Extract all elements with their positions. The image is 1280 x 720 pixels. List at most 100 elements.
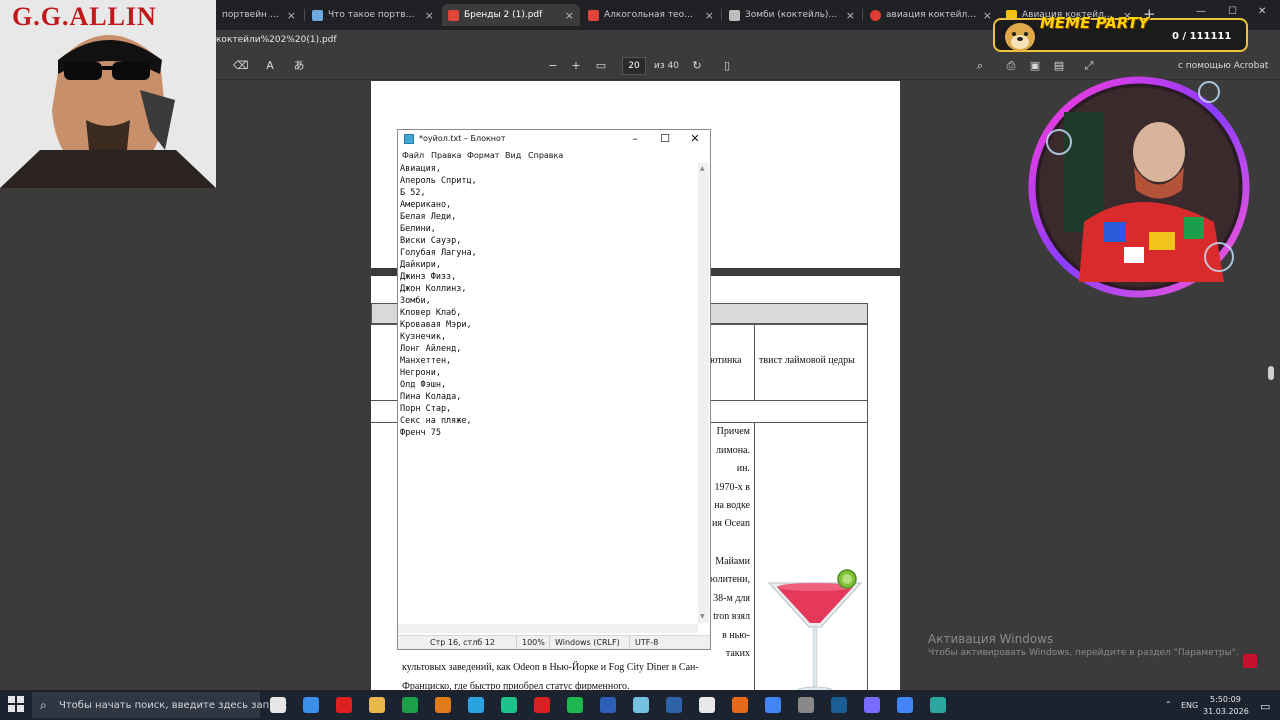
browser-tab[interactable]: Зомби (коктейль) — Викип × xyxy=(723,4,861,26)
text-line[interactable]: Американо, xyxy=(400,199,698,211)
zoom-in-icon[interactable]: + xyxy=(569,59,583,73)
browser-tab[interactable]: Что такое портвейн? Он от × xyxy=(306,4,440,26)
menu-file[interactable]: Файл xyxy=(402,151,424,160)
acrobat-icon[interactable] xyxy=(1243,654,1257,668)
text-line[interactable]: Виски Сауэр, xyxy=(400,235,698,247)
text-line[interactable]: Белини, xyxy=(400,223,698,235)
scroll-down-icon[interactable]: ▼ xyxy=(700,613,705,620)
text-line[interactable]: Белая Леди, xyxy=(400,211,698,223)
table-cell-text: твист лаймовой цедры xyxy=(759,355,855,366)
page-number-input[interactable]: 20 xyxy=(622,57,646,75)
browser-tab-active[interactable]: Бренды 2 (1).pdf × xyxy=(442,4,580,26)
maximize-icon[interactable]: ☐ xyxy=(1228,6,1237,17)
save-as-icon[interactable]: ▤ xyxy=(1052,59,1066,73)
acrobat-label[interactable]: с помощью Acrobat xyxy=(1178,61,1268,71)
page-scrollbar-thumb[interactable] xyxy=(1268,366,1274,380)
taskbar-app-icon[interactable] xyxy=(534,697,550,713)
text-line[interactable]: Джон Коллинз, xyxy=(400,283,698,295)
text-line[interactable]: Кровавая Мэри, xyxy=(400,319,698,331)
text-line[interactable]: Манхеттен, xyxy=(400,355,698,367)
language-indicator[interactable]: ENG xyxy=(1181,701,1198,710)
taskbar-app-icon[interactable] xyxy=(864,697,880,713)
taskbar-app-icon[interactable] xyxy=(402,697,418,713)
text-line[interactable]: Олд Фэшн, xyxy=(400,379,698,391)
text-line[interactable]: Лонг Айленд, xyxy=(400,343,698,355)
text-line[interactable]: Пина Колада, xyxy=(400,391,698,403)
taskbar-app-icon[interactable] xyxy=(831,697,847,713)
taskbar-app-icon[interactable] xyxy=(435,697,451,713)
taskbar-app-icon[interactable] xyxy=(336,697,352,713)
taskbar-app-icon[interactable] xyxy=(732,697,748,713)
page-view-icon[interactable]: ▯ xyxy=(720,59,734,73)
taskbar-app-icon[interactable] xyxy=(468,697,484,713)
text-line[interactable]: Авиация, xyxy=(400,163,698,175)
text-line[interactable]: Апероль Спритц, xyxy=(400,175,698,187)
text-line[interactable]: Джинз Физз, xyxy=(400,271,698,283)
minimize-icon[interactable]: – xyxy=(620,131,650,147)
menu-help[interactable]: Справка xyxy=(528,151,563,160)
text-line[interactable]: Порн Стар, xyxy=(400,403,698,415)
taskbar-app-icon[interactable] xyxy=(699,697,715,713)
text-line[interactable]: Кловер Клаб, xyxy=(400,307,698,319)
url-text[interactable]: коктейли%202%20(1).pdf xyxy=(216,35,337,45)
text-line[interactable]: Б 52, xyxy=(400,187,698,199)
text-line[interactable]: Секс на пляже, xyxy=(400,415,698,427)
taskbar-app-icon[interactable] xyxy=(897,697,913,713)
taskbar-app-icon[interactable] xyxy=(270,697,286,713)
clock-date[interactable]: 31.03.2026 xyxy=(1203,707,1249,716)
taskbar-app-icon[interactable] xyxy=(303,697,319,713)
browser-tab[interactable]: портвейн в чем р × xyxy=(216,4,302,26)
menu-view[interactable]: Вид xyxy=(505,151,521,160)
close-icon[interactable]: ✕ xyxy=(680,131,710,147)
close-icon[interactable]: × xyxy=(705,9,714,22)
translate-icon[interactable]: あ xyxy=(292,59,306,73)
search-icon[interactable]: ⌕ xyxy=(973,59,987,73)
menu-edit[interactable]: Правка xyxy=(431,151,461,160)
taskbar-app-icon[interactable] xyxy=(930,697,946,713)
notepad-titlebar[interactable]: *оуйол.txt – Блокнот – ☐ ✕ xyxy=(398,130,710,148)
text-line[interactable]: Негрони, xyxy=(400,367,698,379)
taskbar-app-icon[interactable] xyxy=(501,697,517,713)
tray-chevron-icon[interactable]: ⌃ xyxy=(1165,700,1172,709)
close-icon[interactable]: ✕ xyxy=(1258,6,1266,17)
notepad-window[interactable]: *оуйол.txt – Блокнот – ☐ ✕ Файл Правка Ф… xyxy=(397,129,711,650)
clock-time[interactable]: 5:50:09 xyxy=(1210,695,1241,704)
text-line[interactable]: Кузнечик, xyxy=(400,331,698,343)
taskbar-app-icon[interactable] xyxy=(666,697,682,713)
taskbar-app-icon[interactable] xyxy=(765,697,781,713)
print-icon[interactable]: ⎙ xyxy=(1004,59,1018,73)
rotate-icon[interactable]: ↻ xyxy=(690,59,704,73)
text-line[interactable]: Голубая Лагуна, xyxy=(400,247,698,259)
close-icon[interactable]: × xyxy=(565,9,574,22)
fit-page-icon[interactable]: ▭ xyxy=(594,59,608,73)
menu-format[interactable]: Формат xyxy=(467,151,499,160)
close-icon[interactable]: × xyxy=(425,9,434,22)
text-icon[interactable]: A xyxy=(263,59,277,73)
browser-tab[interactable]: Алкогольная теория1 (1).p × xyxy=(582,4,720,26)
close-icon[interactable]: × xyxy=(287,9,296,22)
maximize-icon[interactable]: ☐ xyxy=(650,131,680,147)
save-icon[interactable]: ▣ xyxy=(1028,59,1042,73)
eraser-icon[interactable]: ⌫ xyxy=(233,59,249,73)
vertical-scrollbar[interactable]: ▲ ▼ xyxy=(698,163,709,623)
close-icon[interactable]: × xyxy=(846,9,855,22)
notification-icon[interactable]: ▭ xyxy=(1260,700,1270,713)
taskbar-app-icon[interactable] xyxy=(633,697,649,713)
minimize-icon[interactable]: — xyxy=(1196,6,1206,17)
taskbar-app-icon[interactable] xyxy=(369,697,385,713)
taskbar-app-icon[interactable] xyxy=(600,697,616,713)
taskbar-search[interactable]: ⌕ Чтобы начать поиск, введите здесь запр… xyxy=(32,692,287,718)
text-line[interactable]: Френч 75 xyxy=(400,427,698,439)
windows-start-icon[interactable] xyxy=(8,696,24,712)
horizontal-scrollbar[interactable] xyxy=(398,624,698,633)
taskbar-app-icon[interactable] xyxy=(567,697,583,713)
scroll-up-icon[interactable]: ▲ xyxy=(700,165,705,172)
text-line[interactable]: Дайкири, xyxy=(400,259,698,271)
close-icon[interactable]: × xyxy=(983,9,992,22)
taskbar-app-icon[interactable] xyxy=(798,697,814,713)
text-line[interactable]: Зомби, xyxy=(400,295,698,307)
browser-tab[interactable]: авиация коктейль — Яндек × xyxy=(864,4,998,26)
expand-icon[interactable]: ⤢ xyxy=(1082,59,1096,73)
notepad-text-area[interactable]: Авиация, Апероль Спритц, Б 52, Американо, Бе… xyxy=(400,163,698,625)
zoom-out-icon[interactable]: − xyxy=(546,59,560,73)
